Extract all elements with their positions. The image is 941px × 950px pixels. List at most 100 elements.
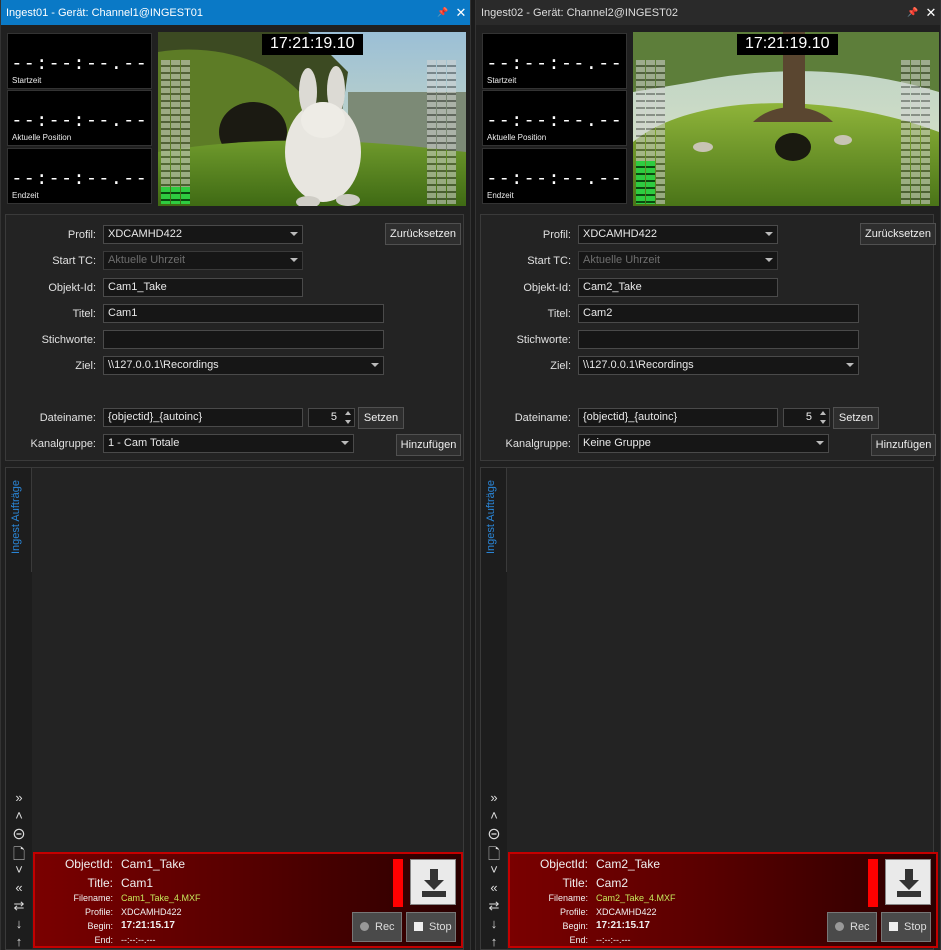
- chevron-down-icon[interactable]: ˅: [481, 862, 507, 877]
- ingest-settings-form: Profil: XDCAMHD422 Zurücksetzen Start TC…: [480, 214, 936, 461]
- titel-label: Titel:: [72, 308, 96, 320]
- stop-button[interactable]: Stop: [881, 912, 931, 942]
- chevron-down-icon: [846, 363, 854, 367]
- titel-input[interactable]: Cam1: [103, 304, 384, 323]
- double-chevron-down-icon[interactable]: «: [6, 880, 32, 895]
- recording-indicator: [393, 859, 403, 907]
- dateiname-input[interactable]: {objectid}_{autoinc}: [578, 408, 778, 427]
- chevron-down-icon[interactable]: ˅: [6, 862, 32, 877]
- meter-level: [171, 186, 180, 204]
- setzen-button[interactable]: Setzen: [833, 407, 879, 429]
- objectid-label: ObjectId:: [539, 857, 588, 871]
- kanalgruppe-select[interactable]: 1 - Cam Totale: [103, 434, 354, 453]
- objektid-input[interactable]: Cam2_Take: [578, 278, 778, 297]
- profil-select[interactable]: XDCAMHD422: [578, 225, 778, 244]
- end-time-value: --:--:--.--: [11, 167, 148, 189]
- stop-button[interactable]: Stop: [406, 912, 456, 942]
- pin-icon[interactable]: 📌: [904, 7, 922, 18]
- minus-circle-icon[interactable]: ⊝: [481, 824, 507, 844]
- stepper-down-icon[interactable]: [820, 420, 826, 424]
- tab-ingest-jobs-label: Ingest Aufträge: [10, 480, 22, 554]
- dateiname-input[interactable]: {objectid}_{autoinc}: [103, 408, 303, 427]
- stichworte-input[interactable]: [103, 330, 384, 349]
- ziel-label: Ziel:: [75, 360, 96, 372]
- hinzufuegen-button[interactable]: Hinzufügen: [396, 434, 461, 456]
- refresh-icon[interactable]: ⇄: [6, 898, 32, 914]
- title-label: Title:: [562, 876, 588, 890]
- filename-value: Cam2_Take_4.MXF: [596, 893, 676, 903]
- video-timecode: 17:21:19.10: [262, 34, 363, 55]
- kanalgruppe-select[interactable]: Keine Gruppe: [578, 434, 829, 453]
- end-label: End:: [94, 935, 113, 945]
- video-timecode: 17:21:19.10: [737, 34, 838, 55]
- sort-up-clock-icon[interactable]: ↑: [6, 934, 32, 949]
- reset-button[interactable]: Zurücksetzen: [860, 223, 936, 245]
- reset-button[interactable]: Zurücksetzen: [385, 223, 461, 245]
- title-value: Cam2: [596, 876, 629, 890]
- chevron-up-icon[interactable]: ˄: [481, 808, 507, 823]
- double-chevron-up-icon[interactable]: »: [6, 790, 32, 805]
- close-icon[interactable]: ✕: [452, 5, 470, 21]
- panel-titlebar[interactable]: Ingest01 - Gerät: Channel1@INGEST01 📌 ✕: [1, 0, 470, 25]
- ziel-value: \\127.0.0.1\Recordings: [108, 359, 219, 371]
- download-button[interactable]: [410, 859, 456, 905]
- current-position-display: --:--:--.-- Aktuelle Position: [7, 90, 152, 146]
- download-button[interactable]: [885, 859, 931, 905]
- profil-label: Profil:: [67, 229, 96, 241]
- counter-stepper[interactable]: 5: [783, 408, 830, 427]
- hinzufuegen-button[interactable]: Hinzufügen: [871, 434, 936, 456]
- sort-down-clock-icon[interactable]: ↓: [481, 916, 507, 931]
- titel-input[interactable]: Cam2: [578, 304, 859, 323]
- audio-meter: [437, 60, 446, 204]
- ziel-label: Ziel:: [550, 360, 571, 372]
- starttc-select[interactable]: Aktuelle Uhrzeit: [103, 251, 303, 270]
- video-frame: [633, 32, 939, 206]
- end-label: End:: [569, 935, 588, 945]
- profil-value: XDCAMHD422: [583, 228, 657, 240]
- profil-select[interactable]: XDCAMHD422: [103, 225, 303, 244]
- panel-title: Ingest02 - Gerät: Channel2@INGEST02: [481, 6, 679, 19]
- audio-meter: [427, 60, 436, 204]
- kanalgruppe-label: Kanalgruppe:: [30, 438, 96, 450]
- chevron-down-icon: [765, 258, 773, 262]
- ziel-select[interactable]: \\127.0.0.1\Recordings: [103, 356, 384, 375]
- tab-ingest-jobs[interactable]: Ingest Aufträge: [481, 468, 507, 572]
- chevron-down-icon: [371, 363, 379, 367]
- close-icon[interactable]: ✕: [922, 5, 940, 21]
- end-time-display: --:--:--.-- Endzeit: [482, 148, 627, 204]
- ziel-select[interactable]: \\127.0.0.1\Recordings: [578, 356, 859, 375]
- starttc-value: Aktuelle Uhrzeit: [583, 254, 661, 266]
- sort-up-clock-icon[interactable]: ↑: [481, 934, 507, 949]
- refresh-icon[interactable]: ⇄: [481, 898, 507, 914]
- profile-value: XDCAMHD422: [596, 907, 657, 917]
- double-chevron-down-icon[interactable]: «: [481, 880, 507, 895]
- current-position-label: Aktuelle Position: [487, 133, 547, 142]
- stepper-down-icon[interactable]: [345, 420, 351, 424]
- minus-circle-icon[interactable]: ⊝: [6, 824, 32, 844]
- tab-ingest-jobs[interactable]: Ingest Aufträge: [6, 468, 32, 572]
- sort-down-clock-icon[interactable]: ↓: [6, 916, 32, 931]
- title-value: Cam1: [121, 876, 154, 890]
- profil-value: XDCAMHD422: [108, 228, 182, 240]
- rec-label: Rec: [850, 921, 870, 933]
- stop-square-icon: [414, 922, 423, 931]
- stichworte-input[interactable]: [578, 330, 859, 349]
- stepper-up-icon[interactable]: [820, 411, 826, 415]
- meter-level: [181, 186, 190, 204]
- rec-button[interactable]: Rec: [352, 912, 402, 942]
- rec-button[interactable]: Rec: [827, 912, 877, 942]
- chevron-down-icon: [290, 232, 298, 236]
- stepper-up-icon[interactable]: [345, 411, 351, 415]
- counter-value: 5: [805, 411, 812, 423]
- starttc-select[interactable]: Aktuelle Uhrzeit: [578, 251, 778, 270]
- objektid-input[interactable]: Cam1_Take: [103, 278, 303, 297]
- double-chevron-up-icon[interactable]: »: [481, 790, 507, 805]
- counter-stepper[interactable]: 5: [308, 408, 355, 427]
- setzen-button[interactable]: Setzen: [358, 407, 404, 429]
- panel-titlebar[interactable]: Ingest02 - Gerät: Channel2@INGEST02 📌 ✕: [476, 0, 940, 25]
- dateiname-label: Dateiname:: [514, 412, 571, 424]
- chevron-up-icon[interactable]: ˄: [6, 808, 32, 823]
- pin-icon[interactable]: 📌: [434, 7, 452, 18]
- start-time-value: --:--:--.--: [11, 52, 148, 74]
- meter-level: [646, 160, 655, 204]
